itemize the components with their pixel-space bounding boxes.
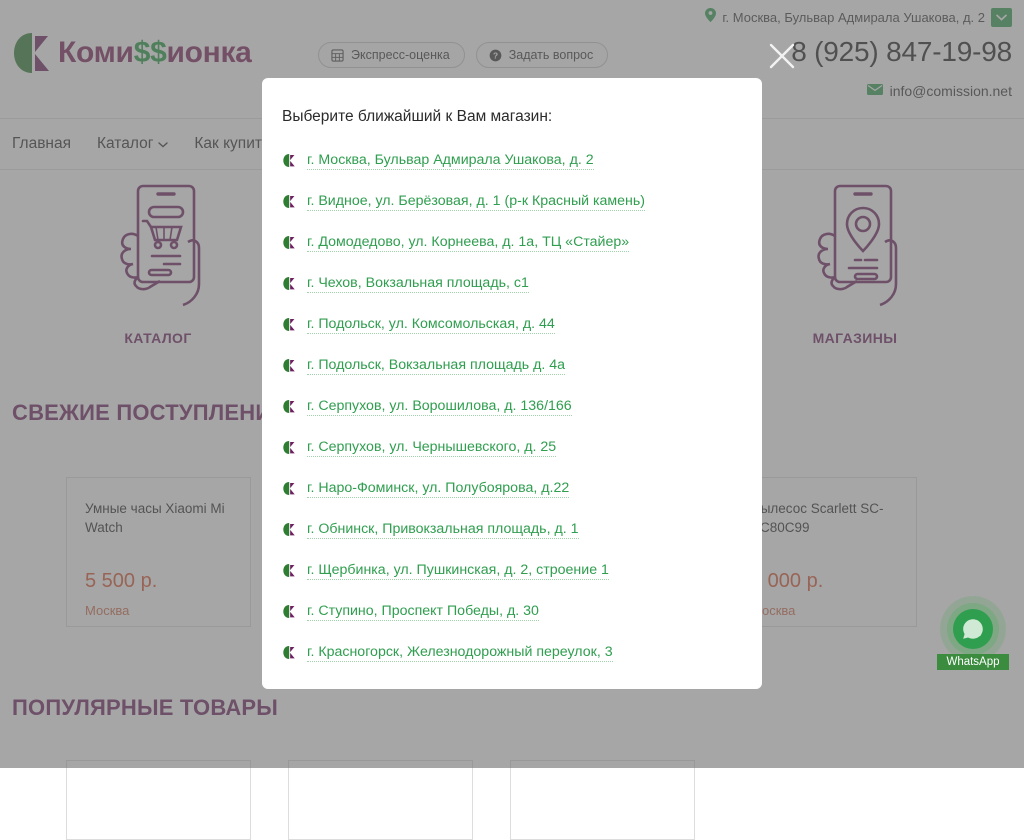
komissionka-k-icon bbox=[282, 440, 297, 455]
shop-list-item[interactable]: г. Обнинск, Привокзальная площадь, д. 1 bbox=[282, 509, 742, 550]
shop-list-item[interactable]: г. Москва, Бульвар Адмирала Ушакова, д. … bbox=[282, 140, 742, 181]
shop-list-item[interactable]: г. Ступино, Проспект Победы, д. 30 bbox=[282, 591, 742, 632]
shop-selector-modal: Выберите ближайший к Вам магазин: г. Мос… bbox=[262, 78, 762, 689]
shop-list-item[interactable]: г. Красногорск, Железнодорожный переулок… bbox=[282, 632, 742, 673]
modal-close-button[interactable] bbox=[768, 42, 796, 70]
komissionka-k-icon bbox=[282, 358, 297, 373]
komissionka-k-icon bbox=[282, 194, 297, 209]
close-icon bbox=[768, 42, 796, 70]
komissionka-k-icon bbox=[282, 317, 297, 332]
shop-list-item[interactable]: г. Видное, ул. Берёзовая, д. 1 (р-к Крас… bbox=[282, 181, 742, 222]
shop-link[interactable]: г. Подольск, Вокзальная площадь д. 4а bbox=[307, 357, 566, 375]
shop-link[interactable]: г. Наро-Фоминск, ул. Полубоярова, д.22 bbox=[307, 480, 570, 498]
shop-link[interactable]: г. Серпухов, ул. Чернышевского, д. 25 bbox=[307, 439, 557, 457]
komissionka-k-icon bbox=[282, 604, 297, 619]
komissionka-k-icon bbox=[282, 522, 297, 537]
shop-list-item[interactable]: г. Наро-Фоминск, ул. Полубоярова, д.22 bbox=[282, 468, 742, 509]
shop-list-item[interactable]: г. Серпухов, ул. Чернышевского, д. 25 bbox=[282, 427, 742, 468]
whatsapp-label: WhatsApp bbox=[937, 654, 1009, 670]
komissionka-k-icon bbox=[282, 645, 297, 660]
shop-list-item[interactable]: г. Щербинка, ул. Пушкинская, д. 2, строе… bbox=[282, 550, 742, 591]
shop-link[interactable]: г. Обнинск, Привокзальная площадь, д. 1 bbox=[307, 521, 579, 539]
komissionka-k-icon bbox=[282, 153, 297, 168]
shop-link[interactable]: г. Москва, Бульвар Адмирала Ушакова, д. … bbox=[307, 152, 594, 170]
product-card[interactable] bbox=[66, 760, 251, 840]
shop-list-item[interactable]: г. Чехов, Вокзальная площадь, с1 bbox=[282, 263, 742, 304]
shop-link[interactable]: г. Серпухов, ул. Ворошилова, д. 136/166 bbox=[307, 398, 572, 416]
shop-link[interactable]: г. Видное, ул. Берёзовая, д. 1 (р-к Крас… bbox=[307, 193, 646, 211]
whatsapp-icon[interactable] bbox=[953, 609, 993, 649]
shop-link[interactable]: г. Щербинка, ул. Пушкинская, д. 2, строе… bbox=[307, 562, 609, 580]
shop-link[interactable]: г. Красногорск, Железнодорожный переулок… bbox=[307, 644, 613, 662]
product-card[interactable] bbox=[510, 760, 695, 840]
shop-link[interactable]: г. Подольск, ул. Комсомольская, д. 44 bbox=[307, 316, 555, 334]
shop-list-item[interactable]: г. Серпухов, ул. Ворошилова, д. 136/166 bbox=[282, 386, 742, 427]
product-card[interactable] bbox=[288, 760, 473, 840]
shop-list-item[interactable]: г. Домодедово, ул. Корнеева, д. 1а, ТЦ «… bbox=[282, 222, 742, 263]
komissionka-k-icon bbox=[282, 399, 297, 414]
shop-link[interactable]: г. Домодедово, ул. Корнеева, д. 1а, ТЦ «… bbox=[307, 234, 630, 252]
komissionka-k-icon bbox=[282, 563, 297, 578]
komissionka-k-icon bbox=[282, 481, 297, 496]
shop-list: г. Москва, Бульвар Адмирала Ушакова, д. … bbox=[282, 140, 742, 673]
shop-list-item[interactable]: г. Подольск, Вокзальная площадь д. 4а bbox=[282, 345, 742, 386]
shop-link[interactable]: г. Ступино, Проспект Победы, д. 30 bbox=[307, 603, 539, 621]
komissionka-k-icon bbox=[282, 276, 297, 291]
modal-title: Выберите ближайший к Вам магазин: bbox=[282, 108, 553, 125]
komissionka-k-icon bbox=[282, 235, 297, 250]
shop-link[interactable]: г. Чехов, Вокзальная площадь, с1 bbox=[307, 275, 529, 293]
whatsapp-widget[interactable]: WhatsApp bbox=[937, 596, 1009, 674]
shop-list-item[interactable]: г. Подольск, ул. Комсомольская, д. 44 bbox=[282, 304, 742, 345]
